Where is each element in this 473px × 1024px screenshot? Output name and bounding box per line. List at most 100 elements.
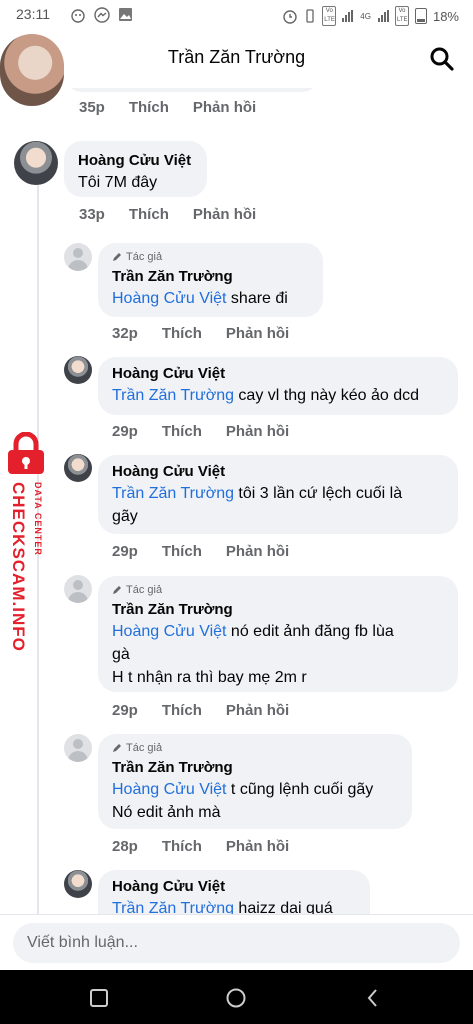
watermark-subtext: DATA CENTER xyxy=(33,482,43,556)
author-tag-label: Tác giả xyxy=(126,742,163,754)
comment-meta: 28p Thích Phản hồi xyxy=(112,838,313,855)
reply-bubble: Tác giả Trần Zăn Trường Hoàng Cửu Việt n… xyxy=(98,576,458,692)
post-header: Trần Zăn Trường xyxy=(0,30,473,88)
comment-time: 29p xyxy=(112,702,138,719)
commenter-avatar[interactable] xyxy=(14,141,58,185)
volte-badge-2: Vo LTE xyxy=(394,6,409,26)
comment-meta: 29p Thích Phản hồi xyxy=(112,702,313,719)
mention-link[interactable]: Trần Zăn Trường xyxy=(112,485,234,502)
reply-bubble: Hoàng Cửu Việt Trần Zăn Trường haizz dại… xyxy=(98,870,370,914)
gallery-icon xyxy=(118,7,133,25)
reply-body: haizz dại quá xyxy=(233,900,333,914)
reply-body: tôi 3 lần cứ lệch cuối là xyxy=(233,485,403,502)
reply-button[interactable]: Phản hồi xyxy=(193,99,256,116)
reply-author[interactable]: Trần Zăn Trường xyxy=(112,757,398,778)
back-icon[interactable] xyxy=(362,987,384,1009)
mention-link[interactable]: Hoàng Cửu Việt xyxy=(112,290,226,307)
reply-text: Trần Zăn Trường tôi 3 lần cứ lệch cuối l… xyxy=(112,482,444,505)
messenger-icon xyxy=(94,7,110,26)
mention-link[interactable]: Trần Zăn Trường xyxy=(112,900,234,914)
reply-button[interactable]: Phản hồi xyxy=(193,206,256,223)
notification-icon xyxy=(70,7,86,26)
author-tag-label: Tác giả xyxy=(126,251,163,263)
reply-author[interactable]: Trần Zăn Trường xyxy=(112,599,444,620)
clock: 23:11 xyxy=(16,6,50,22)
volte-badge: Vo LTE xyxy=(322,6,337,26)
like-button[interactable]: Thích xyxy=(162,543,202,560)
author-reply-avatar[interactable] xyxy=(64,575,92,603)
reply-author[interactable]: Hoàng Cửu Việt xyxy=(112,363,444,384)
comment-author[interactable]: Hoàng Cửu Việt xyxy=(78,150,193,171)
commenter-avatar[interactable] xyxy=(64,454,92,482)
reply-button[interactable]: Phản hồi xyxy=(226,543,289,560)
author-tag: Tác giả xyxy=(112,583,444,597)
comment-meta: 33p Thích Phản hồi xyxy=(79,206,280,223)
signal-icon xyxy=(342,10,354,22)
author-tag: Tác giả xyxy=(112,250,309,264)
reply-bubble: Tác giả Trần Zăn Trường Hoàng Cửu Việt s… xyxy=(98,243,323,317)
comment-text: Tôi 7M đây xyxy=(78,174,158,191)
comment-meta: 29p Thích Phản hồi xyxy=(112,423,313,440)
comment-bubble-partial xyxy=(64,88,320,92)
like-button[interactable]: Thích xyxy=(129,206,169,223)
comment-time: 35p xyxy=(79,99,105,116)
reply-bubble: Tác giả Trần Zăn Trường Hoàng Cửu Việt t… xyxy=(98,734,412,829)
watermark: CHECKSCAM.INFO DATA CENTER xyxy=(2,432,46,672)
reply-body: t cũng lệnh cuối gãy xyxy=(226,781,374,798)
4g-badge: 4G xyxy=(360,11,371,21)
battery-icon xyxy=(414,8,427,24)
comment-meta: 32p Thích Phản hồi xyxy=(112,325,313,342)
like-button[interactable]: Thích xyxy=(162,838,202,855)
home-icon[interactable] xyxy=(225,987,247,1009)
search-icon[interactable] xyxy=(429,46,455,72)
reply-bubble: Hoàng Cửu Việt Trần Zăn Trường cay vl th… xyxy=(98,357,458,415)
comment-time: 29p xyxy=(112,423,138,440)
mention-link[interactable]: Trần Zăn Trường xyxy=(112,387,234,404)
reply-text: Hoàng Cửu Việt nó edit ảnh đăng fb lùa xyxy=(112,620,444,643)
author-tag-label: Tác giả xyxy=(126,584,163,596)
watermark-text: CHECKSCAM.INFO xyxy=(9,482,28,652)
reply-author[interactable]: Hoàng Cửu Việt xyxy=(112,461,444,482)
commenter-avatar[interactable] xyxy=(64,356,92,384)
like-button[interactable]: Thích xyxy=(129,99,169,116)
comment-time: 28p xyxy=(112,838,138,855)
reply-button[interactable]: Phản hồi xyxy=(226,702,289,719)
pencil-icon xyxy=(113,253,121,261)
reply-text-line3: H t nhận ra thì bay mẹ 2m r xyxy=(112,669,307,686)
comment-time: 33p xyxy=(79,206,105,223)
mention-link[interactable]: Hoàng Cửu Việt xyxy=(112,623,226,640)
pencil-icon xyxy=(113,744,121,752)
comment-bubble: Hoàng Cửu Việt Tôi 7M đây xyxy=(64,141,207,197)
comment-meta: 35p Thích Phản hồi xyxy=(79,99,280,116)
comment-thread: 35p Thích Phản hồi Hoàng Cửu Việt Tôi 7M… xyxy=(0,88,473,914)
reply-text-line2: Nó edit ảnh mà xyxy=(112,804,221,821)
like-button[interactable]: Thích xyxy=(162,325,202,342)
reply-author[interactable]: Trần Zăn Trường xyxy=(112,266,309,287)
like-button[interactable]: Thích xyxy=(162,702,202,719)
reply-text: Hoàng Cửu Việt t cũng lệnh cuối gãy xyxy=(112,778,398,801)
reply-text-line2: gãy xyxy=(112,508,138,525)
commenter-avatar[interactable] xyxy=(64,870,92,898)
pencil-icon xyxy=(113,586,121,594)
system-nav-bar xyxy=(0,970,473,1024)
comment-time: 32p xyxy=(112,325,138,342)
author-reply-avatar[interactable] xyxy=(64,243,92,271)
reply-author[interactable]: Hoàng Cửu Việt xyxy=(112,876,356,897)
mention-link[interactable]: Hoàng Cửu Việt xyxy=(112,781,226,798)
reply-body: share đi xyxy=(226,290,288,307)
vibrate-icon xyxy=(306,9,314,23)
comment-input[interactable] xyxy=(13,923,460,963)
reply-button[interactable]: Phản hồi xyxy=(226,325,289,342)
reply-bubble: Hoàng Cửu Việt Trần Zăn Trường tôi 3 lần… xyxy=(98,455,458,534)
reply-body: cay vl thg này kéo ảo dcd xyxy=(233,387,419,404)
recent-apps-icon[interactable] xyxy=(88,987,110,1009)
reply-body: nó edit ảnh đăng fb lùa xyxy=(226,623,394,640)
comment-time: 29p xyxy=(112,543,138,560)
reply-button[interactable]: Phản hồi xyxy=(226,423,289,440)
reply-text-line2: gà xyxy=(112,646,130,663)
like-button[interactable]: Thích xyxy=(162,423,202,440)
reply-button[interactable]: Phản hồi xyxy=(226,838,289,855)
comment-composer xyxy=(0,914,473,970)
lock-icon xyxy=(8,432,44,474)
author-reply-avatar[interactable] xyxy=(64,734,92,762)
